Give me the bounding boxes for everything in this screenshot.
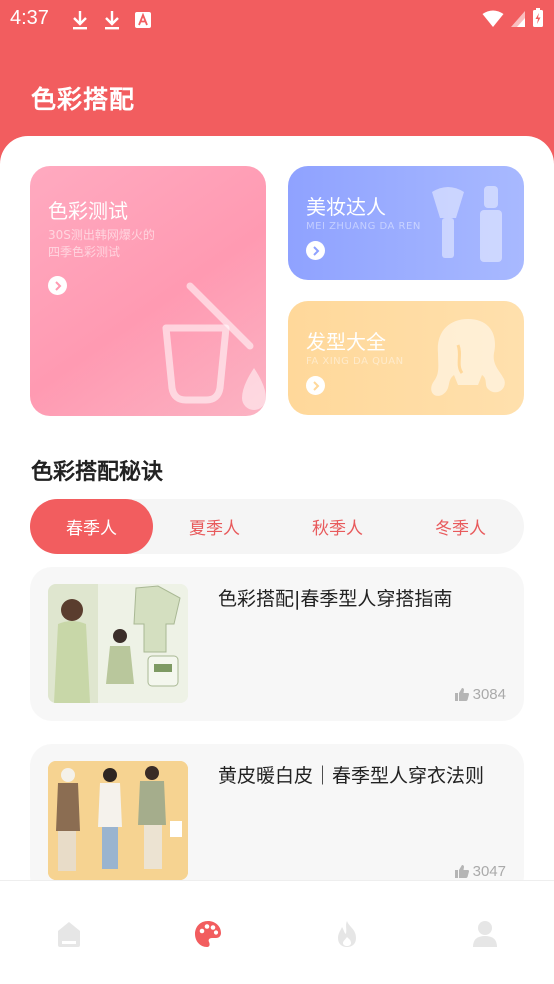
main-content: 色彩测试 30S测出韩网爆火的 四季色彩测试 美妆达人 MEI ZHUANG D…: [0, 136, 554, 896]
color-test-subtitle-line1: 30S测出韩网爆火的: [48, 228, 155, 242]
hairstyle-subtitle: FA XING DA QUAN: [306, 356, 404, 367]
paint-bucket-icon: [162, 282, 266, 410]
tab-summer[interactable]: 夏季人: [153, 499, 276, 554]
home-icon[interactable]: [54, 919, 84, 949]
article-title: 黄皮暖白皮｜春季型人穿衣法则: [218, 765, 485, 787]
color-test-title: 色彩测试: [48, 199, 128, 223]
app-a-icon: [135, 12, 151, 28]
article-title: 色彩搭配|春季型人穿搭指南: [218, 588, 453, 610]
status-time: 4:37: [10, 7, 49, 29]
article-card[interactable]: 色彩搭配|春季型人穿搭指南 3084: [30, 567, 524, 721]
thumbs-up-icon: [454, 688, 469, 701]
wifi-icon: [482, 10, 504, 27]
status-bar: 4:37: [0, 0, 554, 38]
color-test-card[interactable]: 色彩测试 30S测出韩网爆火的 四季色彩测试: [30, 166, 266, 416]
download-icon: [105, 11, 119, 30]
download-icon: [73, 11, 87, 30]
hairstyle-title: 发型大全: [306, 330, 386, 354]
color-test-subtitle-line2: 四季色彩测试: [48, 245, 121, 259]
thumbs-up-icon: [454, 865, 469, 878]
like-count-value: 3047: [472, 863, 506, 880]
fire-icon[interactable]: [332, 919, 362, 949]
page-title: 色彩搭配: [31, 85, 136, 114]
makeup-arrow-button[interactable]: [306, 241, 325, 260]
tab-winter[interactable]: 冬季人: [399, 499, 522, 554]
hairstyle-card[interactable]: 发型大全 FA XING DA QUAN: [288, 301, 524, 415]
tab-autumn[interactable]: 秋季人: [276, 499, 399, 554]
palette-icon[interactable]: [193, 919, 223, 949]
like-count-value: 3084: [472, 686, 506, 703]
like-count: 3084: [454, 686, 506, 703]
article-card[interactable]: 黄皮暖白皮｜春季型人穿衣法则 3047: [30, 744, 524, 896]
tab-spring[interactable]: 春季人: [30, 499, 153, 554]
like-count: 3047: [454, 863, 506, 880]
section-title: 色彩搭配秘诀: [31, 460, 164, 485]
user-icon[interactable]: [470, 919, 500, 949]
hair-silhouette-icon: [431, 319, 505, 396]
makeup-brush-icon: [432, 186, 502, 262]
signal-icon: [511, 11, 525, 27]
color-test-arrow-button[interactable]: [48, 276, 67, 295]
article-thumbnail: [48, 584, 188, 703]
makeup-subtitle: MEI ZHUANG DA REN: [306, 221, 421, 232]
season-tabs: 春季人 夏季人 秋季人 冬季人: [30, 499, 524, 554]
chevron-right-icon: [312, 380, 319, 391]
status-system-icons: [482, 8, 544, 28]
status-notification-icons: [70, 9, 152, 31]
chevron-right-icon: [312, 245, 319, 256]
hairstyle-arrow-button[interactable]: [306, 376, 325, 395]
battery-charging-icon: [533, 8, 543, 27]
chevron-right-icon: [54, 280, 61, 291]
makeup-title: 美妆达人: [306, 195, 386, 219]
makeup-card[interactable]: 美妆达人 MEI ZHUANG DA REN: [288, 166, 524, 280]
article-thumbnail: [48, 761, 188, 880]
bottom-navigation: [0, 880, 554, 984]
